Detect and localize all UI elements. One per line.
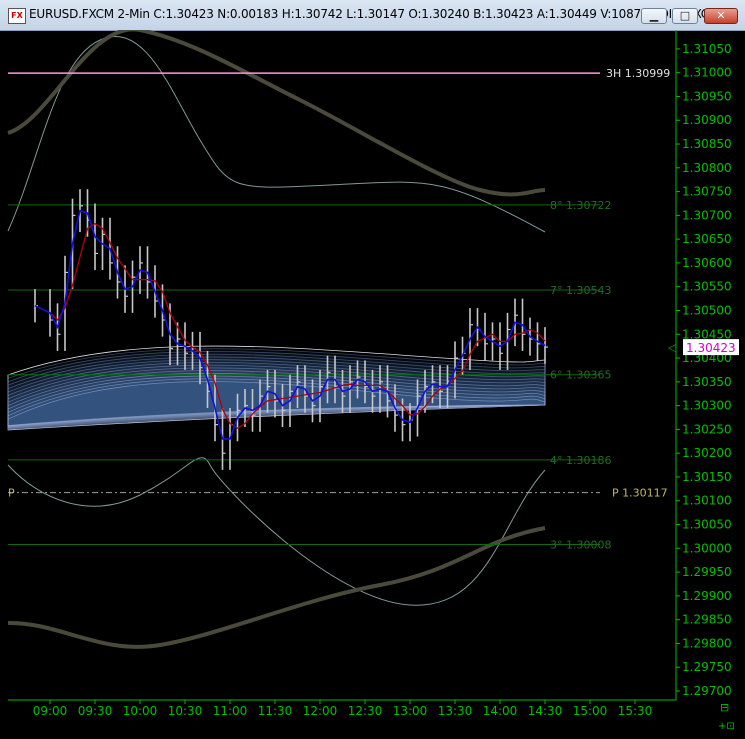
close-button[interactable]: ✕ — [704, 8, 738, 24]
x-tick-label: 12:00 — [303, 704, 338, 718]
y-tick-label: 1.29700 — [682, 684, 732, 698]
y-tick-label: 1.30650 — [682, 232, 732, 246]
x-tick-label: 13:30 — [438, 704, 473, 718]
x-tick-label: 14:30 — [528, 704, 563, 718]
chart-window: FX EURUSD.FXCM 2-Min C:1.30423 N:0.00183… — [0, 0, 745, 739]
level-lines: 3H 1.30999 8° 1.30722 7° 1.30543 6° 1.30365… — [8, 67, 670, 552]
y-tick-label: 1.30900 — [682, 113, 732, 127]
level-label: 8° 1.30722 — [550, 199, 611, 212]
y-tick-label: 1.31000 — [682, 66, 732, 80]
x-tick-label: 13:00 — [393, 704, 428, 718]
lower-trend-line — [7, 526, 546, 649]
x-tick-label: 11:30 — [258, 704, 293, 718]
zoom-label-icon[interactable]: +⊡ — [718, 721, 735, 732]
title-bar[interactable]: FX EURUSD.FXCM 2-Min C:1.30423 N:0.00183… — [0, 0, 745, 31]
zoom-in-icon[interactable]: ⊟ — [720, 701, 729, 714]
y-tick-label: 1.29800 — [682, 636, 732, 650]
x-tick-label: 10:30 — [168, 704, 203, 718]
y-tick-label: 1.30750 — [682, 185, 732, 199]
maximize-button[interactable]: □ — [672, 8, 698, 24]
level-label: 6° 1.30365 — [550, 369, 611, 382]
y-tick-label: 1.31050 — [682, 42, 732, 56]
y-tick-label: 1.30250 — [682, 422, 732, 436]
level-label: 3° 1.30008 — [550, 539, 611, 552]
y-tick-label: 1.30150 — [682, 470, 732, 484]
y-tick-label: 1.30600 — [682, 256, 732, 270]
level-label: P 1.30117 — [612, 487, 668, 500]
x-tick-label: 14:00 — [483, 704, 518, 718]
level-label: 7° 1.30543 — [550, 284, 611, 297]
level-label: 3H 1.30999 — [606, 67, 670, 80]
y-tick-label: 1.30300 — [682, 399, 732, 413]
x-tick-label: 15:00 — [573, 704, 608, 718]
y-tick-label: 1.29750 — [682, 660, 732, 674]
lower-band-line — [7, 457, 546, 606]
y-tick-label: 1.30950 — [682, 89, 732, 103]
price-axis[interactable]: 1.31050 1.31000 1.30950 1.30900 1.30850 1.308… — [675, 30, 732, 700]
time-axis[interactable]: 09:00 09:30 10:00 10:30 11:00 11:30 12:00 12:30… — [8, 699, 676, 718]
upper-band-line — [7, 36, 546, 233]
y-tick-label: 1.30100 — [682, 494, 732, 508]
current-price-arrow: ◁ — [668, 341, 677, 354]
upper-trend-line — [7, 30, 546, 197]
y-tick-label: 1.30350 — [682, 375, 732, 389]
y-tick-label: 1.29950 — [682, 565, 732, 579]
pivot-marker-label: P — [8, 487, 15, 500]
price-chart[interactable]: 3H 1.30999 8° 1.30722 7° 1.30543 6° 1.30365… — [0, 30, 745, 739]
y-tick-label: 1.29850 — [682, 613, 732, 627]
y-tick-label: 1.30050 — [682, 518, 732, 532]
y-tick-label: 1.29900 — [682, 589, 732, 603]
y-tick-label: 1.30550 — [682, 280, 732, 294]
price-bars — [34, 189, 548, 470]
level-label: 4° 1.30186 — [550, 454, 611, 467]
chart-app-icon[interactable]: FX — [8, 8, 26, 24]
x-tick-label: 09:30 — [78, 704, 113, 718]
minimize-button[interactable]: ▁ — [641, 8, 667, 24]
x-tick-label: 09:00 — [33, 704, 68, 718]
y-tick-label: 1.30800 — [682, 161, 732, 175]
y-tick-label: 1.30000 — [682, 541, 732, 555]
current-price-marker: ◁ 1.30423 — [668, 339, 739, 356]
x-tick-label: 12:30 — [348, 704, 383, 718]
y-tick-label: 1.30700 — [682, 208, 732, 222]
y-tick-label: 1.30200 — [682, 446, 732, 460]
x-tick-label: 15:30 — [618, 704, 653, 718]
x-tick-label: 10:00 — [123, 704, 158, 718]
y-tick-label: 1.30500 — [682, 303, 732, 317]
x-tick-label: 11:00 — [213, 704, 248, 718]
window-title: EURUSD.FXCM 2-Min C:1.30423 N:0.00183 H:… — [29, 7, 734, 21]
indicator-layers — [7, 30, 546, 649]
y-tick-label: 1.30850 — [682, 137, 732, 151]
current-price-label: 1.30423 — [686, 341, 736, 355]
